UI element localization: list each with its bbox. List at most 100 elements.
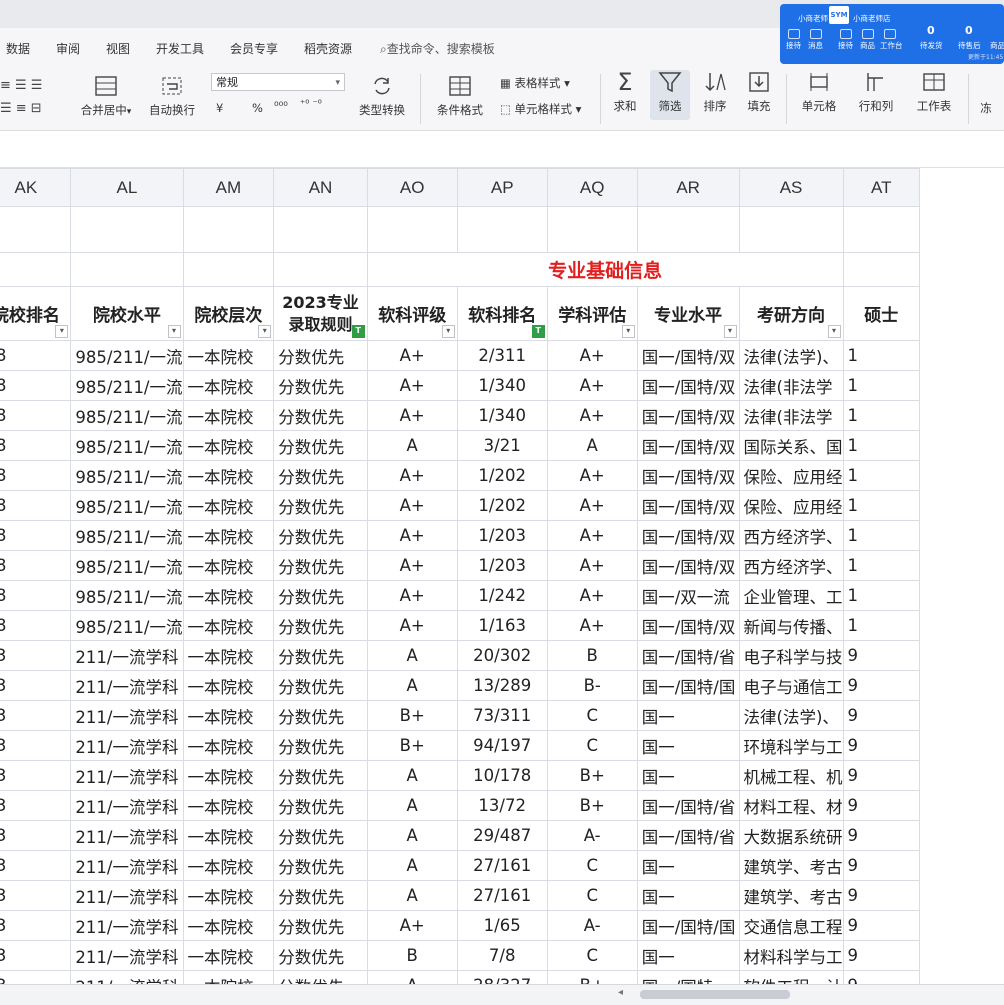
filter-active-icon[interactable]: T [531,325,545,338]
table-cell[interactable]: 43 [0,730,72,761]
table-cell[interactable]: 43 [0,820,72,851]
table-cell[interactable]: 分数优先 [273,340,368,371]
table-cell[interactable]: 分数优先 [273,910,368,941]
table-cell[interactable]: 18 [0,340,72,371]
header-school-level[interactable]: 院校水平 ▾ [70,286,184,341]
table-cell[interactable]: A [366,640,458,671]
table-cell[interactable]: 9 [842,880,921,911]
table-cell[interactable]: 分数优先 [273,880,368,911]
header-ruanke-rank[interactable]: 软科排名 T [456,286,548,341]
table-cell[interactable]: 国一/国特/国 [636,910,740,941]
table-cell[interactable]: 985/211/一流 [70,340,184,371]
grid-cell[interactable] [842,206,921,253]
formula-bar[interactable] [0,131,1004,168]
column-header[interactable]: AP [456,168,548,207]
table-cell[interactable]: 机械工程、机 [738,760,844,791]
table-cell[interactable]: 一本院校 [182,610,275,641]
header-master[interactable]: 硕士 [842,286,921,341]
column-header[interactable]: AT [842,168,921,207]
table-cell[interactable]: 29/487 [456,820,548,851]
table-cell[interactable]: 985/211/一流 [70,430,184,461]
command-search[interactable]: ⌕查找命令、搜索模板 [380,40,495,57]
table-cell[interactable]: 分数优先 [273,640,368,671]
table-cell[interactable]: A+ [546,580,638,611]
goods-icon[interactable] [862,29,874,39]
table-cell[interactable]: 9 [842,910,921,941]
table-cell[interactable]: 电子科学与技 [738,640,844,671]
table-cell[interactable]: 18 [0,520,72,551]
header-school-rank[interactable]: 院校排名▾ [0,286,72,341]
shop-avatar[interactable]: SYM [829,6,849,24]
table-cell[interactable]: 法律(法学)、 [738,340,844,371]
table-cell[interactable]: 材料科学与工 [738,940,844,971]
scroll-left-icon[interactable]: ◂ [618,987,623,998]
column-header[interactable]: AQ [546,168,638,207]
table-cell[interactable]: 1/163 [456,610,548,641]
wrap-text-button[interactable]: 自动换行 [146,74,198,118]
table-cell[interactable]: 分数优先 [273,370,368,401]
table-cell[interactable]: 1 [842,610,921,641]
table-cell[interactable]: 1/203 [456,520,548,551]
table-cell[interactable]: A [366,850,458,881]
table-cell[interactable]: 9 [842,790,921,821]
column-header[interactable]: AN [273,168,368,207]
table-cell[interactable]: 国一/国特/双 [636,340,740,371]
table-cell[interactable]: 43 [0,970,72,984]
column-header[interactable]: AR [636,168,740,207]
menu-member[interactable]: 会员专享 [230,40,278,57]
table-cell[interactable]: 211/一流学科 [70,760,184,791]
column-header[interactable]: AS [738,168,844,207]
fill-button[interactable]: 填充 [740,70,778,114]
table-cell[interactable]: 1/203 [456,550,548,581]
table-cell[interactable]: 985/211/一流 [70,490,184,521]
table-cell[interactable]: 国一/国特/国 [636,670,740,701]
table-cell[interactable]: 一本院校 [182,400,275,431]
currency-button[interactable]: ¥ [216,101,223,115]
table-cell[interactable]: 7/8 [456,940,548,971]
table-cell[interactable]: 国一/国特/省 [636,790,740,821]
grid-cell[interactable] [182,206,275,253]
table-cell[interactable]: 985/211/一流 [70,400,184,431]
table-cell[interactable]: 9 [842,850,921,881]
table-cell[interactable]: 985/211/一流 [70,370,184,401]
table-cell[interactable]: 18 [0,430,72,461]
table-cell[interactable]: 一本院校 [182,370,275,401]
table-cell[interactable]: 国一/国特/双 [636,520,740,551]
table-cell[interactable]: 一本院校 [182,640,275,671]
table-cell[interactable]: 9 [842,940,921,971]
table-cell[interactable]: 一本院校 [182,490,275,521]
filter-button[interactable]: 筛选 [650,70,690,120]
table-cell[interactable]: 43 [0,700,72,731]
table-cell[interactable]: 保险、应用经 [738,460,844,491]
header-major-level[interactable]: 专业水平 ▾ [636,286,740,341]
header-kaoyan-direction[interactable]: 考研方向 ▾ [738,286,844,341]
filter-active-icon[interactable]: T [351,325,365,338]
table-cell[interactable]: A- [546,820,638,851]
table-cell[interactable]: 211/一流学科 [70,700,184,731]
table-cell[interactable]: 9 [842,970,921,984]
table-cell[interactable]: 国一 [636,850,740,881]
cell-style-button[interactable]: ⬚ 单元格样式 ▾ [500,101,581,117]
header-admission-rule[interactable]: 2023专业 录取规则 T [273,286,368,341]
filter-dropdown-icon[interactable]: ▾ [258,325,272,338]
table-cell[interactable]: 43 [0,880,72,911]
table-cell[interactable]: 一本院校 [182,880,275,911]
table-cell[interactable]: 1/202 [456,460,548,491]
table-cell[interactable]: 985/211/一流 [70,520,184,551]
table-cell[interactable]: 985/211/一流 [70,550,184,581]
table-cell[interactable]: 9 [842,820,921,851]
table-cell[interactable]: 1 [842,490,921,521]
grid-cell[interactable] [456,206,548,253]
table-cell[interactable]: 法律(非法学 [738,370,844,401]
table-cell[interactable]: 保险、应用经 [738,490,844,521]
align-top-icons[interactable]: ≡ ☰ ☰ [0,78,42,93]
grid-cell[interactable] [182,252,275,287]
table-cell[interactable]: A [366,970,458,984]
table-cell[interactable]: 新闻与传播、 [738,610,844,641]
table-cell[interactable]: A [366,670,458,701]
table-cell[interactable]: 交通信息工程 [738,910,844,941]
table-cell[interactable]: 3/21 [456,430,548,461]
table-cell[interactable]: 建筑学、考古 [738,850,844,881]
table-cell[interactable]: 43 [0,910,72,941]
freeze-button[interactable]: 冻 [974,100,998,116]
